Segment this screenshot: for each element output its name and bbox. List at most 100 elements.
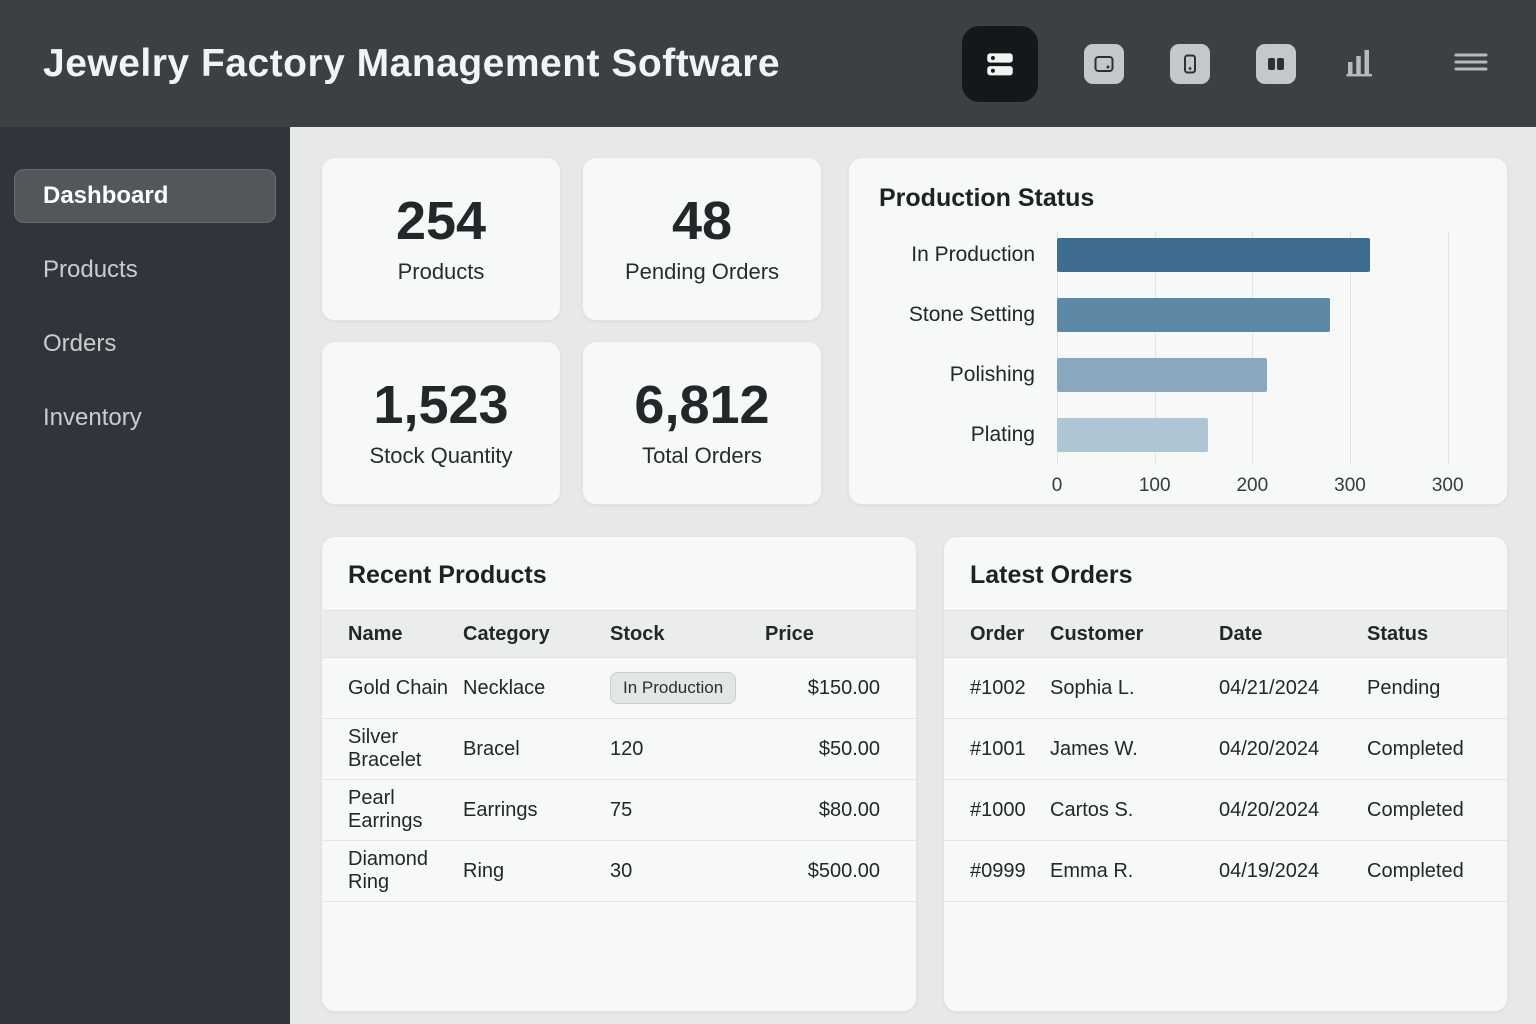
stat-label: Stock Quantity — [369, 443, 513, 469]
table-row: #1001 James W. 04/20/2024 Completed — [944, 719, 1507, 780]
stat-card-total-orders: 6,812 Total Orders — [582, 341, 822, 505]
sidebar-item-products[interactable]: Products — [14, 243, 276, 297]
order-id: #0999 — [970, 859, 1026, 882]
chart-category-label: Polishing — [949, 363, 1035, 386]
chart-tick-label: 100 — [1138, 475, 1171, 496]
sidebar-item-label: Products — [43, 256, 138, 283]
bar-chart-button[interactable] — [1342, 44, 1378, 83]
app-title: Jewelry Factory Management Software — [43, 41, 781, 85]
product-category: Earrings — [463, 798, 538, 821]
product-stock: 120 — [610, 737, 644, 760]
product-name: Pearl Earrings — [348, 787, 423, 832]
order-date: 04/20/2024 — [1219, 798, 1320, 821]
order-customer: Emma R. — [1050, 859, 1134, 882]
order-status: Completed — [1367, 798, 1464, 821]
table-row: Diamond Ring Ring 30 $500.00 — [322, 841, 916, 902]
product-price: $150.00 — [807, 676, 880, 699]
chart-bar-row — [1057, 225, 1477, 285]
sidebar-item-inventory[interactable]: Inventory — [14, 391, 276, 445]
dashboard-view-icon — [983, 47, 1017, 81]
chart-tick-label: 200 — [1236, 475, 1269, 496]
bar-chart-icon — [1342, 44, 1378, 83]
order-status: Completed — [1367, 859, 1464, 882]
dashboard-view-button[interactable] — [962, 25, 1038, 102]
device-view-icon — [1178, 52, 1202, 76]
table-row: Gold Chain Necklace In Production $150.0… — [322, 658, 916, 719]
stat-card-pending-orders: 48 Pending Orders — [582, 157, 822, 321]
sidebar: Dashboard Products Orders Inventory — [0, 127, 290, 1024]
chart-area: 0 100 200 300 300 — [1052, 225, 1477, 499]
status-badge: In Production — [610, 672, 737, 704]
column-header: Name — [348, 622, 403, 645]
order-customer: Cartos S. — [1050, 798, 1134, 821]
order-status: Completed — [1367, 737, 1464, 760]
table-row: Pearl Earrings Earrings 75 $80.00 — [322, 780, 916, 841]
order-customer: Sophia L. — [1050, 676, 1135, 699]
stat-value: 6,812 — [634, 374, 770, 435]
sidebar-item-label: Orders — [43, 330, 117, 357]
table-row: #0999 Emma R. 04/19/2024 Completed — [944, 841, 1507, 902]
column-header: Customer — [1050, 622, 1144, 645]
stats-grid: 254 Products 48 Pending Orders 1,523 Sto… — [321, 157, 822, 505]
sidebar-item-orders[interactable]: Orders — [14, 317, 276, 371]
chart-bar — [1057, 358, 1267, 392]
sidebar-item-dashboard[interactable]: Dashboard — [14, 169, 276, 223]
product-stock: 75 — [610, 798, 633, 821]
production-status-card: Production Status In Production Stone Set… — [848, 157, 1508, 505]
product-category: Necklace — [463, 676, 546, 699]
chart-bar-row — [1057, 345, 1477, 405]
split-view-button[interactable] — [1256, 43, 1296, 84]
chart-tick-label: 300 — [1431, 475, 1464, 496]
stat-value: 1,523 — [373, 374, 509, 435]
order-date: 04/20/2024 — [1219, 737, 1320, 760]
product-price: $80.00 — [818, 798, 880, 821]
menu-button[interactable] — [1452, 47, 1490, 80]
column-header: Price — [765, 622, 814, 645]
product-price: $500.00 — [807, 859, 880, 882]
recent-products-title: Recent Products — [348, 561, 547, 589]
menu-icon — [1452, 47, 1490, 80]
recent-products-card: Recent Products Name Category Stock Pric… — [321, 536, 917, 1012]
production-chart: In Production Stone Setting Polishing Plati… — [879, 225, 1477, 499]
chart-tick-label: 300 — [1334, 475, 1366, 496]
stat-label: Total Orders — [642, 443, 762, 469]
order-id: #1001 — [970, 737, 1026, 760]
product-price: $50.00 — [818, 737, 880, 760]
stat-label: Products — [397, 259, 485, 285]
chart-tick-label: 0 — [1051, 475, 1063, 496]
column-header: Date — [1219, 622, 1263, 645]
chart-bar-row — [1057, 405, 1477, 465]
device-view-button[interactable] — [1170, 43, 1210, 84]
chart-category-label: Stone Setting — [908, 303, 1035, 326]
chart-title: Production Status — [879, 184, 1095, 212]
latest-orders-header-row: Order Customer Date Status — [944, 610, 1507, 658]
chart-bar — [1057, 298, 1331, 332]
column-header: Order — [970, 622, 1025, 645]
chart-labels: In Production Stone Setting Polishing Plati… — [879, 225, 1057, 499]
stat-value: 254 — [395, 190, 487, 251]
chart-bar — [1057, 238, 1370, 272]
latest-orders-card: Latest Orders Order Customer Date Status… — [943, 536, 1508, 1012]
chart-category-label: Plating — [970, 423, 1035, 446]
split-view-icon — [1264, 52, 1288, 76]
chart-bar-row — [1057, 285, 1477, 345]
header-toolbar — [962, 25, 1490, 102]
card-view-icon — [1092, 52, 1116, 76]
table-row: Silver Bracelet Bracel 120 $50.00 — [322, 719, 916, 780]
order-date: 04/21/2024 — [1219, 676, 1320, 699]
sidebar-item-label: Inventory — [43, 404, 142, 431]
column-header: Category — [463, 622, 550, 645]
latest-orders-title: Latest Orders — [970, 561, 1133, 589]
product-category: Ring — [463, 859, 505, 882]
column-header: Stock — [610, 622, 665, 645]
order-date: 04/19/2024 — [1219, 859, 1320, 882]
chart-plot — [1057, 225, 1477, 465]
chart-bar — [1057, 418, 1209, 452]
card-view-button[interactable] — [1084, 43, 1124, 84]
stat-card-products: 254 Products — [321, 157, 561, 321]
app-header: Jewelry Factory Management Software — [0, 0, 1536, 127]
table-row: #1002 Sophia L. 04/21/2024 Pending — [944, 658, 1507, 719]
column-header: Status — [1367, 622, 1429, 645]
table-row: #1000 Cartos S. 04/20/2024 Completed — [944, 780, 1507, 841]
order-id: #1000 — [970, 798, 1026, 821]
